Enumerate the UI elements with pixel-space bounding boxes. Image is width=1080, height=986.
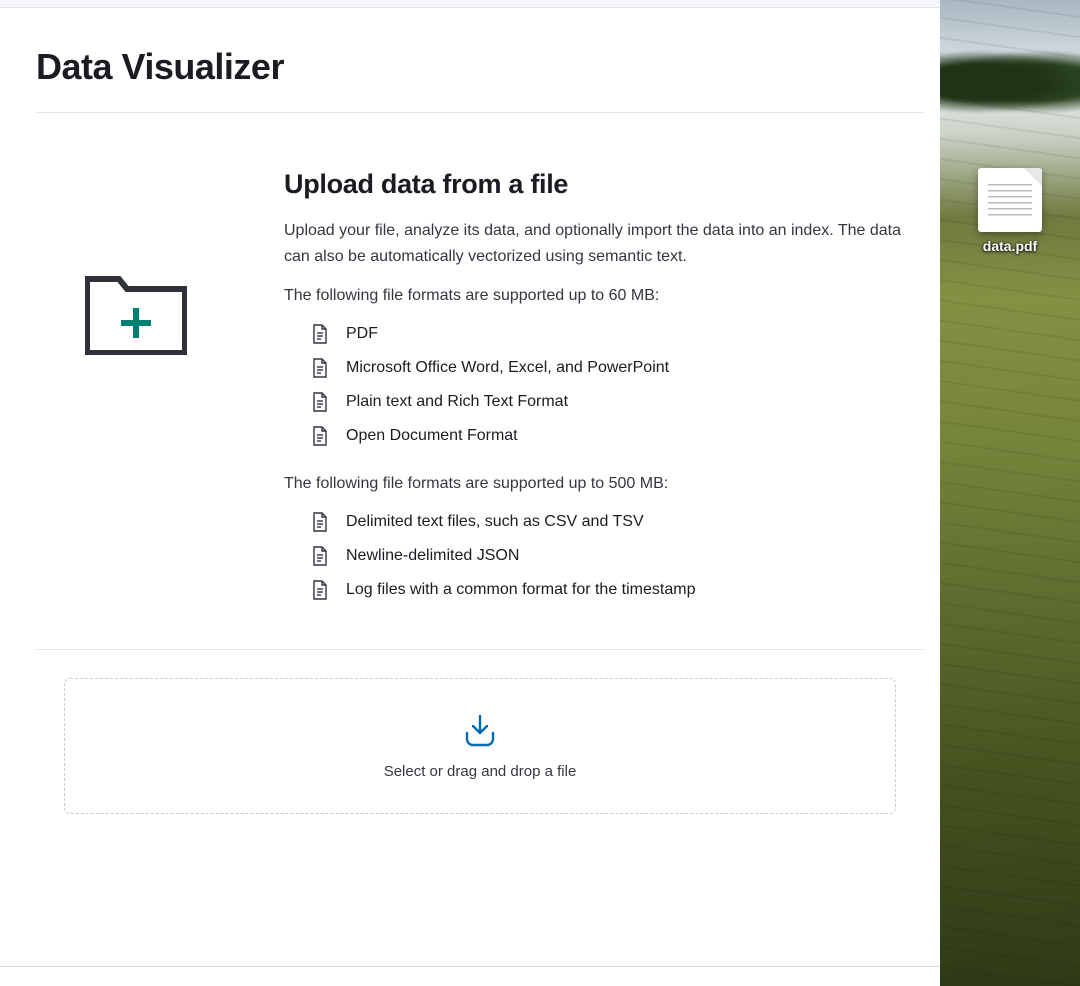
hero-copy: Upload data from a file Upload your file… bbox=[284, 169, 924, 629]
small-limit-intro: The following file formats are supported… bbox=[284, 287, 924, 305]
desktop-background[interactable]: data.pdf bbox=[940, 0, 1080, 986]
document-icon bbox=[312, 358, 328, 378]
app-content: Data Visualizer Upload data from a file … bbox=[0, 8, 940, 986]
desktop-file-name: data.pdf bbox=[965, 238, 1055, 254]
document-icon bbox=[312, 426, 328, 446]
section-divider bbox=[36, 649, 924, 650]
list-item: Delimited text files, such as CSV and TS… bbox=[312, 505, 924, 539]
desktop-file-datapdf[interactable]: data.pdf bbox=[965, 168, 1055, 254]
hero-icon-column bbox=[36, 169, 236, 629]
list-item-label: Microsoft Office Word, Excel, and PowerP… bbox=[346, 359, 669, 377]
list-item: Open Document Format bbox=[312, 419, 924, 453]
footer-divider bbox=[0, 966, 940, 967]
document-icon bbox=[312, 512, 328, 532]
import-icon bbox=[461, 713, 499, 749]
list-item-label: Log files with a common format for the t… bbox=[346, 581, 695, 599]
pdf-file-icon bbox=[978, 168, 1042, 232]
list-item-label: PDF bbox=[346, 325, 378, 343]
list-item: Microsoft Office Word, Excel, and PowerP… bbox=[312, 351, 924, 385]
large-limit-intro: The following file formats are supported… bbox=[284, 475, 924, 493]
upload-description: Upload your file, analyze its data, and … bbox=[284, 218, 924, 269]
large-format-list: Delimited text files, such as CSV and TS… bbox=[284, 505, 924, 607]
page-title: Data Visualizer bbox=[36, 46, 924, 88]
upload-heading: Upload data from a file bbox=[284, 169, 924, 200]
small-format-list: PDF Microsoft Office Word, Excel, and Po… bbox=[284, 317, 924, 453]
list-item: Newline-delimited JSON bbox=[312, 539, 924, 573]
document-icon bbox=[312, 392, 328, 412]
desktop-scenery bbox=[940, 50, 1080, 114]
file-dropzone[interactable]: Select or drag and drop a file bbox=[64, 678, 896, 814]
folder-plus-icon bbox=[85, 269, 187, 355]
window-topbar bbox=[0, 0, 1080, 8]
document-icon bbox=[312, 580, 328, 600]
list-item-label: Open Document Format bbox=[346, 427, 518, 445]
list-item: Log files with a common format for the t… bbox=[312, 573, 924, 607]
document-icon bbox=[312, 546, 328, 566]
upload-hero-section: Upload data from a file Upload your file… bbox=[36, 113, 924, 629]
dropzone-prompt: Select or drag and drop a file bbox=[384, 763, 577, 780]
list-item-label: Plain text and Rich Text Format bbox=[346, 393, 568, 411]
list-item-label: Newline-delimited JSON bbox=[346, 547, 519, 565]
list-item-label: Delimited text files, such as CSV and TS… bbox=[346, 513, 644, 531]
document-icon bbox=[312, 324, 328, 344]
list-item: PDF bbox=[312, 317, 924, 351]
list-item: Plain text and Rich Text Format bbox=[312, 385, 924, 419]
